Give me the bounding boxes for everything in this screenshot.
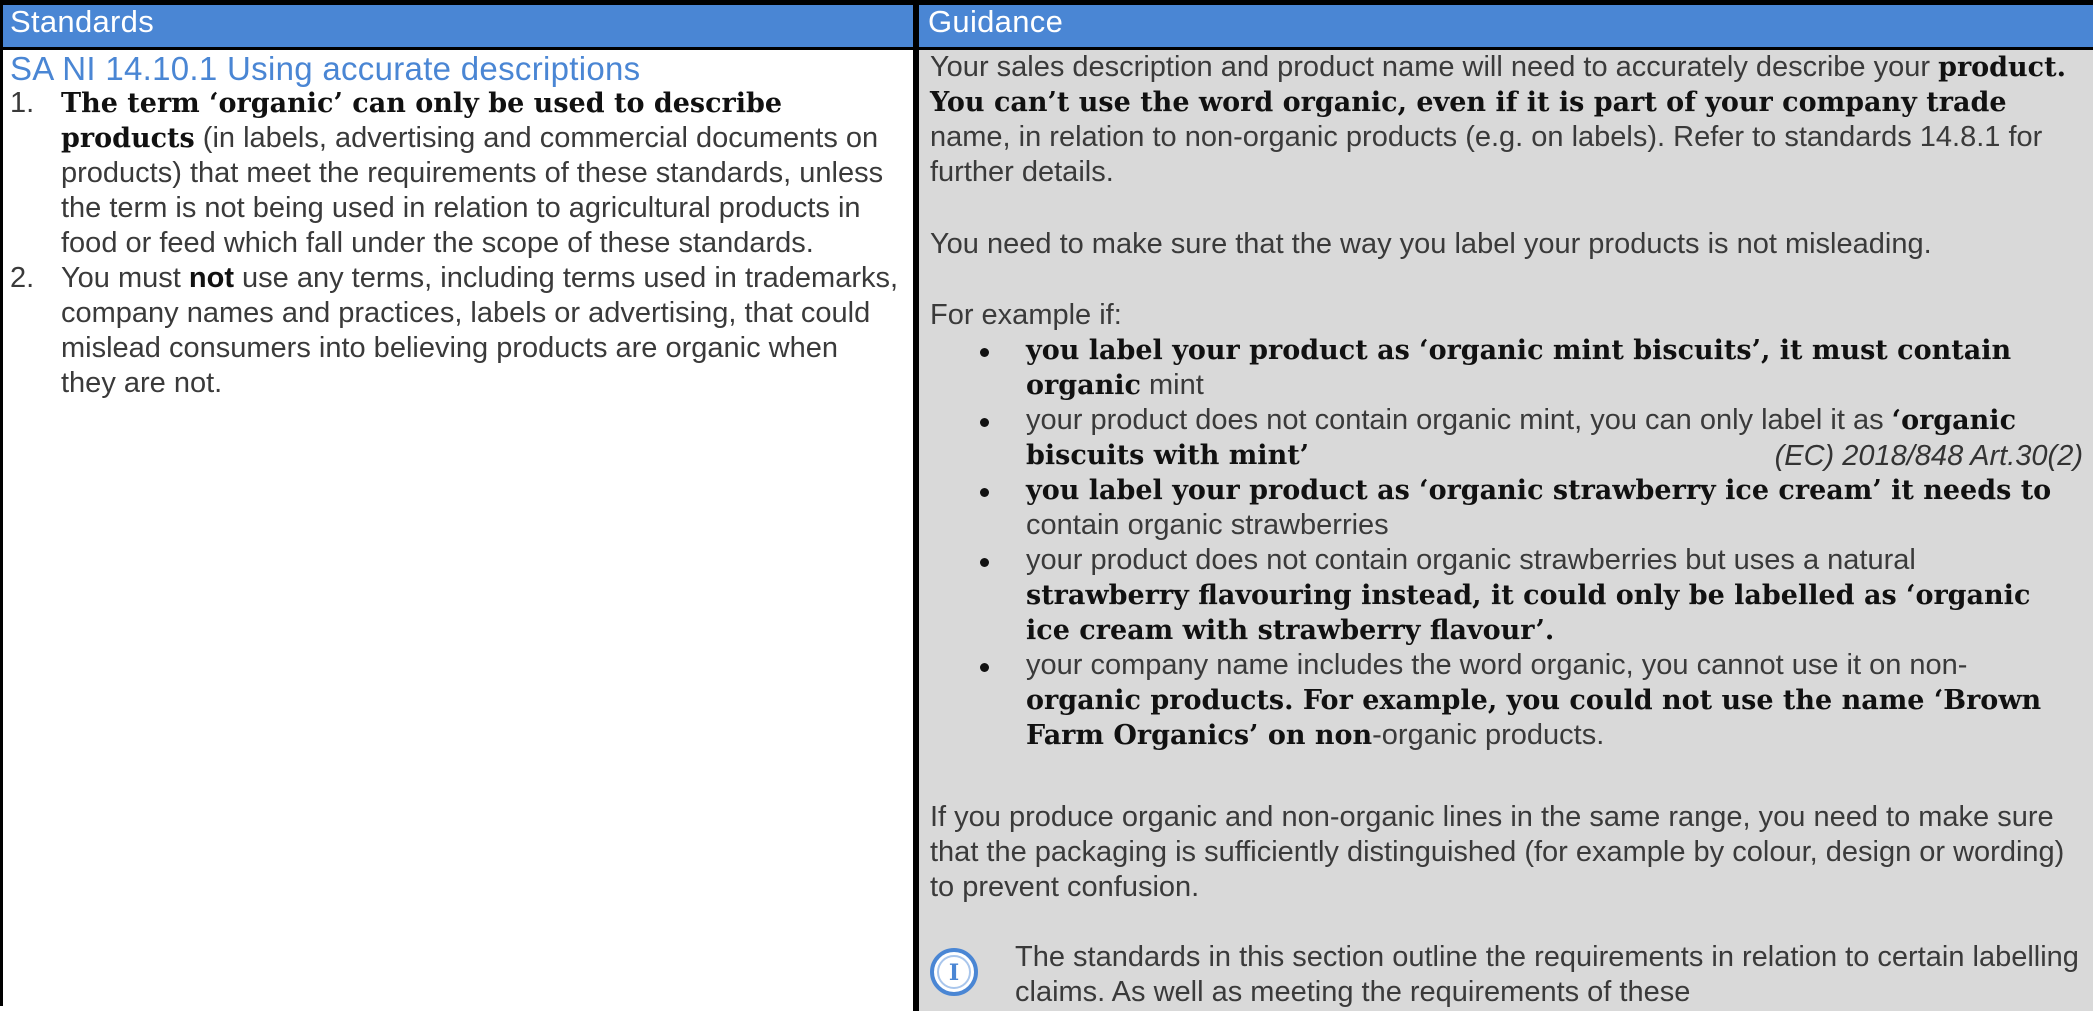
bullet-text: your product does not contain organic mi… xyxy=(1026,404,1892,436)
guidance-paragraph-1: Your sales description and product name … xyxy=(930,50,2080,190)
standard-text-bold: not xyxy=(188,262,234,294)
column-divider xyxy=(913,5,919,1011)
list-item: your product does not contain organic mi… xyxy=(930,403,2080,473)
guidance-bullet-list: you label your product as ‘organic mint … xyxy=(930,333,2080,753)
bullet-icon xyxy=(980,488,989,497)
bullet-text: mint xyxy=(1140,369,1204,401)
bullet-text: contain organic strawberries xyxy=(1026,509,1389,541)
list-item: your product does not contain organic st… xyxy=(930,543,2080,648)
bullet-icon xyxy=(980,418,989,427)
list-item: your company name includes the word orga… xyxy=(930,648,2080,753)
list-number: 2. xyxy=(10,262,35,294)
list-item: you label your product as ‘organic mint … xyxy=(930,333,2080,403)
standard-item-1: 1. The term ‘organic’ can only be used to… xyxy=(10,86,900,261)
standards-list: 1. The term ‘organic’ can only be used to… xyxy=(10,86,900,401)
list-item: you label your product as ‘organic straw… xyxy=(930,473,2080,543)
bullet-text: your product does not contain organic st… xyxy=(1026,544,1916,576)
bullet-icon xyxy=(980,663,989,672)
standard-section-title: SA NI 14.10.1 Using accurate description… xyxy=(10,50,641,87)
standard-item-2: 2. You must not use any terms, including … xyxy=(10,261,900,401)
bullet-text: your company name includes the word orga… xyxy=(1026,649,1968,681)
info-icon: I xyxy=(930,948,978,996)
bullet-icon xyxy=(980,348,989,357)
guidance-paragraph-3: For example if: xyxy=(930,299,1122,331)
list-number: 1. xyxy=(10,87,35,119)
bullet-text: -organic products. xyxy=(1372,719,1605,751)
svg-text:I: I xyxy=(949,960,959,986)
bullet-icon xyxy=(980,558,989,567)
standard-text-pre: You must xyxy=(61,262,189,294)
bullet-text-bold: you label your product as ‘organic straw… xyxy=(1026,475,2052,506)
guidance-text: name, in relation to non-organic product… xyxy=(930,121,2043,188)
guidance-paragraph-4: If you produce organic and non-organic l… xyxy=(930,801,2065,903)
standards-header: Standards xyxy=(10,4,155,39)
info-note-text: The standards in this section outline th… xyxy=(1015,941,2079,1008)
guidance-header: Guidance xyxy=(928,4,1064,39)
guidance-text: Your sales description and product name … xyxy=(930,51,1939,83)
guidance-paragraph-2: You need to make sure that the way you l… xyxy=(930,228,1932,260)
bullet-text-bold: strawberry flavouring instead, it could … xyxy=(1026,580,2031,646)
